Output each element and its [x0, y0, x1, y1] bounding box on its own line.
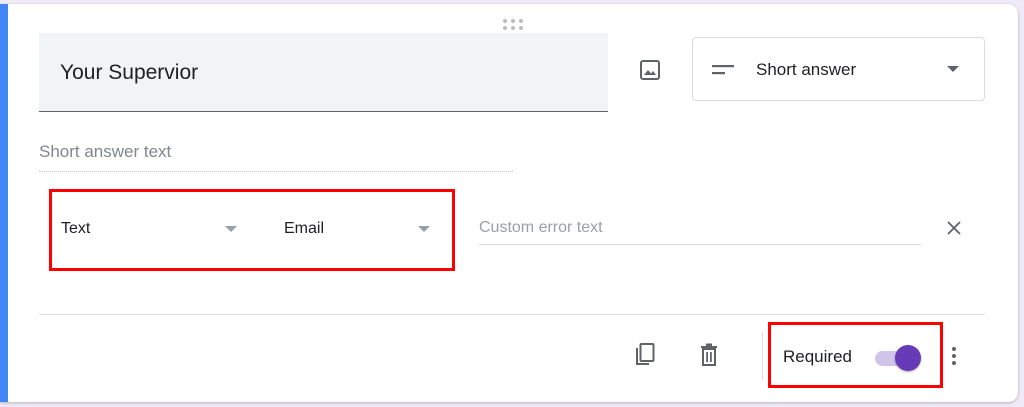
more-options-button[interactable]: [944, 342, 964, 370]
question-title-field[interactable]: [39, 33, 608, 112]
delete-icon: [701, 343, 717, 366]
required-label: Required: [783, 347, 852, 366]
custom-error-input[interactable]: [479, 214, 921, 242]
chevron-down-icon: [947, 66, 959, 72]
footer-divider: [39, 314, 985, 315]
question-type-label: Short answer: [756, 60, 857, 79]
validation-type-label: Text: [61, 220, 91, 237]
add-image-button[interactable]: [630, 50, 670, 90]
duplicate-button[interactable]: [631, 341, 659, 369]
chevron-down-icon: [418, 226, 430, 232]
short-answer-placeholder: Short answer text: [39, 142, 513, 172]
remove-validation-button[interactable]: [942, 216, 966, 240]
footer-separator: [762, 332, 763, 380]
chevron-down-icon: [225, 226, 237, 232]
question-type-dropdown[interactable]: Short answer: [692, 37, 985, 101]
drag-handle-icon[interactable]: [501, 17, 525, 31]
short-answer-icon: [712, 65, 734, 75]
close-icon: [947, 221, 961, 235]
active-accent-bar: [0, 4, 8, 402]
delete-button[interactable]: [695, 341, 723, 369]
required-toggle[interactable]: [872, 344, 922, 372]
validation-type-dropdown[interactable]: Text: [61, 220, 241, 249]
validation-condition-dropdown[interactable]: Email: [284, 220, 436, 249]
image-icon: [640, 60, 660, 80]
validation-condition-label: Email: [284, 220, 325, 237]
toggle-knob: [895, 345, 921, 371]
more-vert-icon: [952, 347, 956, 351]
question-title-input[interactable]: [60, 59, 580, 87]
custom-error-field[interactable]: [479, 214, 921, 245]
copy-icon: [636, 343, 655, 365]
